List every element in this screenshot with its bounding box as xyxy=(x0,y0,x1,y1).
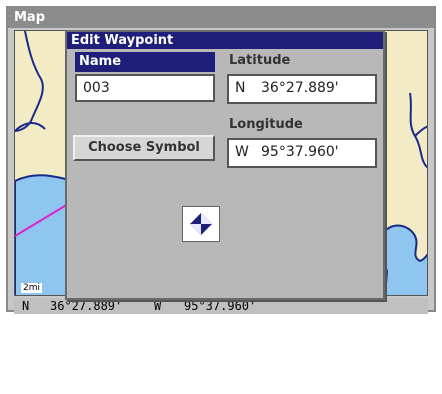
status-lon-hemi: W xyxy=(154,299,162,313)
waypoint-diamond-icon xyxy=(190,213,212,235)
name-value: 003 xyxy=(83,80,110,96)
name-label[interactable]: Name xyxy=(75,52,215,72)
position-statusbar: N 36°27.889' W 95°37.960' xyxy=(14,298,428,314)
edit-waypoint-dialog: Edit Waypoint Name 003 Latitude N 36°27.8… xyxy=(65,30,385,300)
window-title: Map xyxy=(8,8,434,28)
latitude-label: Latitude xyxy=(229,53,291,68)
latitude-hemisphere: N xyxy=(235,80,246,96)
choose-symbol-button[interactable]: Choose Symbol xyxy=(73,135,215,161)
latitude-value: 36°27.889' xyxy=(261,80,339,96)
water-right xyxy=(381,224,427,295)
shoreline-left xyxy=(15,31,44,132)
longitude-hemisphere: W xyxy=(235,144,249,160)
latitude-field[interactable]: N 36°27.889' xyxy=(227,74,377,104)
status-longitude: 95°37.960' xyxy=(184,299,257,313)
symbol-preview[interactable] xyxy=(182,206,220,242)
shoreline-right-2 xyxy=(414,125,427,137)
longitude-label: Longitude xyxy=(229,117,303,132)
map-scale: 2mi xyxy=(21,283,42,293)
status-lat-hemi: N xyxy=(22,299,30,313)
longitude-field[interactable]: W 95°37.960' xyxy=(227,138,377,168)
name-field[interactable]: 003 xyxy=(75,74,215,102)
longitude-value: 95°37.960' xyxy=(261,144,339,160)
dialog-title: Edit Waypoint xyxy=(67,32,383,49)
status-latitude: 36°27.889' xyxy=(50,299,123,313)
